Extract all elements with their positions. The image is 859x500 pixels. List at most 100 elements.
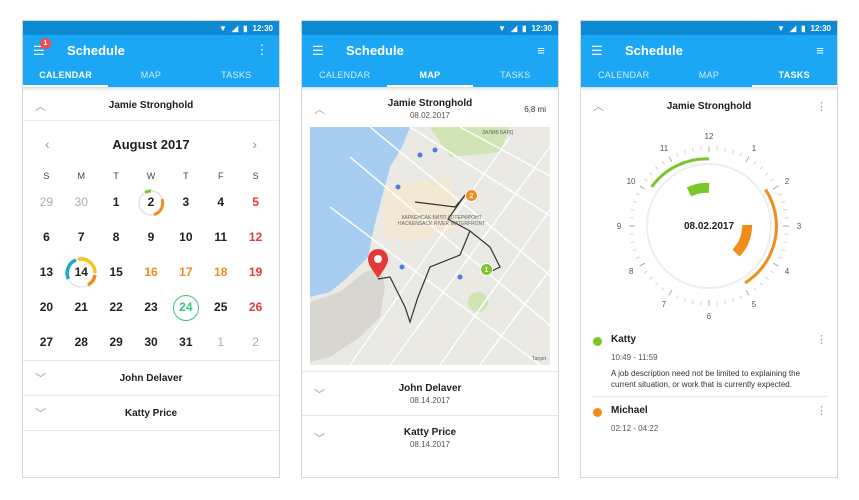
clock-tick [759,166,763,170]
status-bar: ▼ ◢ ▮ 12:30 [581,21,837,35]
clock-tick [691,300,694,305]
menu-icon[interactable]: ☰ 1 [33,37,51,57]
calendar-day[interactable]: 3 [168,185,203,220]
filter-icon[interactable]: ≡ [534,43,548,58]
clock-number: 8 [629,267,634,276]
tab-calendar[interactable]: CALENDAR [23,65,109,87]
clock-tick [635,256,640,259]
next-month-button[interactable]: › [252,136,257,152]
calendar-day[interactable]: 26 [238,290,273,325]
calendar-day[interactable]: 10 [168,220,203,255]
clock-tick [676,152,679,157]
route-stop-marker[interactable]: 2 [465,189,478,202]
tab-bar: CALENDAR MAP TASKS [302,65,558,87]
calendar-day[interactable]: 31 [168,325,203,360]
more-vert-icon[interactable]: ⋮ [255,42,269,58]
route-stop-marker[interactable]: 1 [480,263,493,276]
prev-month-button[interactable]: ‹ [45,136,50,152]
calendar-day[interactable]: 20 [29,290,64,325]
app-bar: ☰ Schedule ≡ [302,35,558,65]
chevron-down-icon[interactable]: ﹀ [35,405,46,421]
map-area-label: Target [532,356,546,362]
chevron-down-icon[interactable]: ﹀ [314,430,325,446]
calendar-day[interactable]: 30 [64,185,99,220]
calendar-day[interactable]: 15 [99,255,134,290]
calendar-day[interactable]: 1 [99,185,134,220]
calendar-day-event[interactable]: 14 [64,255,99,290]
day-number: 2 [147,195,155,209]
task-item[interactable]: Katty 10:49 - 11:59 A job description ne… [581,326,837,396]
route-map[interactable]: КАРКЕНСАК-ВИЛЛ ХОТЕРФРОНТ HACKENSACK RIVE… [310,127,550,365]
clock-tick [783,208,788,211]
calendar-day[interactable]: 19 [238,255,273,290]
more-vert-icon[interactable]: ⋮ [816,404,827,417]
location-pin-icon[interactable] [367,249,389,279]
calendar-day[interactable]: 5 [238,185,273,220]
menu-icon[interactable]: ☰ [591,44,607,57]
clock-tick [655,282,659,286]
tab-map[interactable]: MAP [108,65,193,87]
tab-map[interactable]: MAP [387,65,473,87]
calendar-day[interactable]: 28 [64,325,99,360]
person-row[interactable]: ﹀ John Delaver [23,360,279,395]
person-row[interactable]: ﹀ John Delaver 08.14.2017 [302,371,558,415]
more-vert-icon[interactable]: ⋮ [816,100,827,113]
person-header[interactable]: ︿ Jamie Stronghold 08.02.2017 6,8 mi [302,91,558,127]
menu-icon[interactable]: ☰ [312,44,328,57]
filter-icon[interactable]: ≡ [813,43,827,58]
tab-map[interactable]: MAP [666,65,751,87]
clock-number: 1 [752,144,757,153]
calendar-day[interactable]: 18 [203,255,238,290]
clock-tick [630,208,635,211]
weekday-label: W [146,171,156,181]
calendar-day[interactable]: 11 [203,220,238,255]
calendar-day[interactable]: 25 [203,290,238,325]
calendar-day-today[interactable]: 24 [168,290,203,325]
chevron-down-icon[interactable]: ﹀ [314,386,325,402]
person-name: John Delaver [398,382,462,394]
clock-tick [753,161,757,165]
tab-calendar[interactable]: CALENDAR [302,65,387,87]
task-item[interactable]: Michael 02:12 - 04:22 ⋮ [581,397,837,439]
calendar-day[interactable]: 30 [134,325,169,360]
signal-icon: ◢ [231,23,239,33]
calendar-day[interactable]: 12 [238,220,273,255]
chevron-up-icon[interactable]: ︿ [314,101,325,117]
chevron-up-icon[interactable]: ︿ [593,98,604,114]
calendar-day[interactable]: 1 [203,325,238,360]
clock-tick [781,249,786,252]
calendar-screen: ▼ ◢ ▮ 12:30 ☰ 1 Schedule ⋮ CALENDAR MAP T… [22,20,280,478]
weekday-header: S M T W T F S [23,167,279,185]
calendar-day[interactable]: 29 [99,325,134,360]
more-vert-icon[interactable]: ⋮ [816,333,827,346]
person-row[interactable]: ﹀ Katty Price 08.14.2017 [302,415,558,459]
tab-calendar[interactable]: CALENDAR [581,65,666,87]
tab-bar: CALENDAR MAP TASKS [23,65,279,87]
task-time: 10:49 - 11:59 [611,353,658,362]
calendar-day[interactable]: 8 [99,220,134,255]
calendar-day[interactable]: 23 [134,290,169,325]
tab-tasks[interactable]: TASKS [751,65,837,87]
person-header[interactable]: ︿ Jamie Stronghold [23,91,279,121]
calendar-day[interactable]: 13 [29,255,64,290]
chevron-up-icon[interactable]: ︿ [35,98,46,114]
calendar-day[interactable]: 29 [29,185,64,220]
chevron-down-icon[interactable]: ﹀ [35,370,46,386]
calendar-day[interactable]: 6 [29,220,64,255]
tab-tasks[interactable]: TASKS [194,65,279,87]
calendar-day-event[interactable]: 2 [134,185,169,220]
calendar-day[interactable]: 16 [134,255,169,290]
calendar-day[interactable]: 2 [238,325,273,360]
calendar-day[interactable]: 17 [168,255,203,290]
calendar-day[interactable]: 7 [64,220,99,255]
calendar-day[interactable]: 22 [99,290,134,325]
calendar-day[interactable]: 21 [64,290,99,325]
person-row[interactable]: ﹀ Katty Price [23,395,279,430]
calendar-day[interactable]: 27 [29,325,64,360]
map-screen: ▼ ◢ ▮ 12:30 ☰ Schedule ≡ CALENDAR MAP TA… [301,20,559,478]
tab-tasks[interactable]: TASKS [473,65,558,87]
person-header[interactable]: ︿ Jamie Stronghold ⋮ [581,91,837,121]
calendar-day[interactable]: 4 [203,185,238,220]
calendar-day[interactable]: 9 [134,220,169,255]
clock-tick [661,287,665,291]
